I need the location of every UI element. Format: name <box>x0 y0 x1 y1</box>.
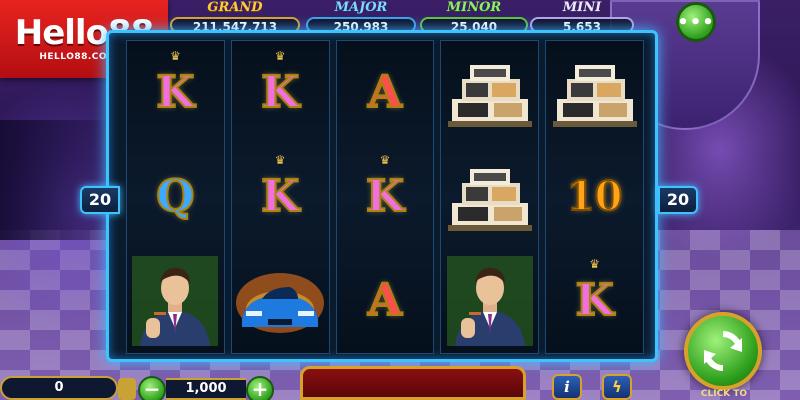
reel-cell: A <box>337 249 434 353</box>
house-icon <box>447 59 532 127</box>
reels-grid: ♛ K Q ♛ K ♛ K A ♛ K A 10 ♛ K <box>126 40 644 354</box>
reel-column-2: ♛ K ♛ K <box>230 40 330 354</box>
reel-cell: A <box>337 41 434 145</box>
symbol-k: K <box>155 67 195 118</box>
menu-button[interactable]: ••• <box>676 2 716 42</box>
refresh-arrows-icon <box>704 331 742 371</box>
symbol-k: K <box>574 275 614 326</box>
symbol-k: K <box>260 67 300 118</box>
jackpot-minor-label: MINOR <box>446 0 502 15</box>
reel-column-1: ♛ K Q <box>126 40 225 354</box>
reel-cell <box>232 249 329 353</box>
crown-icon: ♛ <box>170 49 181 63</box>
reel-cell <box>441 145 538 249</box>
man-icon <box>132 256 219 346</box>
crown-icon: ♛ <box>274 153 286 167</box>
reel-cell <box>441 249 538 353</box>
reel-cell <box>441 41 538 145</box>
reel-column-4 <box>440 40 540 354</box>
spin-button[interactable] <box>684 312 762 390</box>
bet-decrease-button[interactable]: − <box>138 376 166 400</box>
balance-ornament <box>118 378 136 400</box>
reel-cell: ♛ K <box>127 41 224 145</box>
symbol-q: Q <box>155 171 195 222</box>
turbo-button[interactable]: ϟ <box>602 374 632 400</box>
reel-column-3: A ♛ K A <box>335 40 435 354</box>
balance-display: 0 <box>0 376 118 400</box>
car-icon <box>236 263 325 339</box>
symbol-10: 10 <box>566 173 624 220</box>
reel-cell: 10 <box>546 145 643 249</box>
reel-column-5: 10 ♛ K <box>545 40 644 354</box>
reel-cell: ♛ K <box>337 145 434 249</box>
symbol-k: K <box>365 171 405 222</box>
info-button[interactable]: i <box>552 374 582 400</box>
paylines-left-badge: 20 <box>80 186 120 214</box>
reel-cell: ♛ K <box>546 249 643 353</box>
jackpot-mini-label: MINI <box>562 0 602 15</box>
win-display <box>300 366 526 400</box>
bet-amount-display: 1,000 <box>166 378 246 400</box>
symbol-a: A <box>367 67 403 118</box>
symbol-a: A <box>367 275 403 326</box>
man-icon <box>446 256 533 346</box>
reel-cell: Q <box>127 145 224 249</box>
reel-cell <box>546 41 643 145</box>
autoplay-label: CLICK TO AUTOPLAY <box>700 389 748 399</box>
bet-increase-button[interactable]: + <box>246 376 274 400</box>
jackpot-grand-label: GRAND <box>207 0 263 15</box>
crown-icon: ♛ <box>589 257 600 271</box>
paylines-right-badge: 20 <box>658 186 698 214</box>
reel-cell: ♛ K <box>232 41 329 145</box>
crown-icon: ♛ <box>379 153 391 167</box>
reel-cell: ♛ K <box>232 145 329 249</box>
crown-icon: ♛ <box>274 49 286 63</box>
house-icon <box>552 59 637 127</box>
jackpot-major-label: MAJOR <box>334 0 388 15</box>
reel-cell <box>127 249 224 353</box>
symbol-k: K <box>260 171 300 222</box>
house-icon <box>447 163 532 231</box>
